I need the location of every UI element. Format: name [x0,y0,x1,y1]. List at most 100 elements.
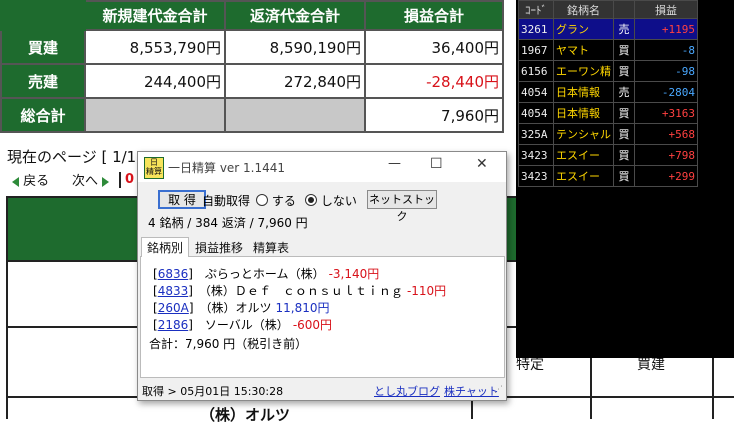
position-side: 売 [613,81,635,103]
entry-value: -110円 [406,284,447,298]
position-side: 買 [613,144,635,166]
ichinichi-seisan-window: 日 精算 一日精算 ver 1.1441 — ☐ ✕ 取 得 自動取得 する し… [137,151,507,401]
entry-name: ソーバル（株） [204,318,289,332]
tab-pl-trend[interactable]: 損益推移 [190,238,248,256]
grand-pl-total: 7,960円 [364,97,504,133]
minimize-button[interactable]: — [388,156,401,171]
position-row[interactable]: 1967 ヤマト買 -8 [518,39,698,61]
entry-code-link[interactable]: 4833 [158,284,189,298]
tab-settlement[interactable]: 精算表 [248,238,294,256]
position-code: 3261 [518,18,554,40]
position-pl: -98 [634,60,698,82]
bracket-close: ] [188,267,205,281]
position-row[interactable]: 325A テンシャル買 +568 [518,123,698,145]
radio-off-icon [305,194,317,206]
sell-pl-total: -28,440円 [364,63,504,99]
triangle-left-icon [12,176,19,187]
position-pl: -8 [634,39,698,61]
blog-link[interactable]: とし丸ブログ [374,383,440,399]
position-side: 買 [613,60,635,82]
position-table: ｺｰﾄﾞ 銘柄名 損益 3261 グラン売 +1195 1967 ヤマト買 -8 6156 エ… [518,0,698,187]
status-text: 取得 > 05月01日 15:30:28 [142,385,284,398]
position-side: 買 [613,102,635,124]
entry-name: （株）Ｄｅｆ ｃｏｎｓｕｌｔｉｎｇ [204,284,403,298]
position-row[interactable]: 6156 エーワン精買 -98 [518,60,698,82]
buy-pl-total: 36,400円 [364,29,504,65]
entry-code-link[interactable]: 6836 [158,267,189,281]
position-name: 日本情報 [553,102,614,124]
position-name: エスイー [553,165,614,187]
col-side [613,0,635,19]
position-pl: +1195 [634,18,698,40]
sell-repay-total: 272,840円 [224,63,366,99]
auto-fetch-label: 自動取得 [202,194,251,208]
buy-repay-total: 8,590,190円 [224,29,366,65]
position-row[interactable]: 4054 日本情報買 +3163 [518,102,698,124]
bracket-close: ] [188,318,205,332]
back-link[interactable]: 戻る [12,170,49,189]
entry-code-link[interactable]: 2186 [158,318,189,332]
position-row[interactable]: 4054 日本情報売 -2804 [518,81,698,103]
position-code: 325A [518,123,554,145]
grand-repay-total [224,97,366,133]
summary-line: 4 銘柄 / 384 返済 / 7,960 円 [148,216,308,230]
col-pl: 損益 [634,0,698,19]
position-code: 1967 [518,39,554,61]
position-row[interactable]: 3261 グラン売 +1195 [518,18,698,40]
entry-name: （株）オルツ [205,301,272,315]
position-pl: +798 [634,144,698,166]
buy-new-total: 8,553,790円 [84,29,226,65]
bg-bottom-text: （株）オルツ [200,406,291,424]
position-side: 買 [613,123,635,145]
position-code: 3423 [518,165,554,187]
netstock-button[interactable]: ネットストック [367,190,437,223]
position-pl: +568 [634,123,698,145]
back-label: 戻る [23,174,50,189]
resize-grip-icon[interactable]: ⋰ [494,385,503,395]
position-name: グラン [553,18,614,40]
fetch-button[interactable]: 取 得 [158,190,206,209]
entry-line: [2186] ソーバル（株） -600円 [153,316,332,333]
kabu-chat-link[interactable]: 株チャット [444,383,499,399]
radio-off-label: しない [320,194,357,208]
next-link[interactable]: 次へ [72,170,110,189]
entry-value: -3,140円 [328,267,380,281]
header-new-total: 新規建代金合計 [84,0,226,31]
entry-panel: [6836] ぷらっとホーム（株） -3,140円 [4833] （株）Ｄｅｆ ｃｏ… [140,256,505,378]
row-label-sell: 売建 [0,63,86,99]
radio-on-label: する [271,194,296,208]
entry-name: ぷらっとホーム（株） [204,267,325,281]
position-code: 4054 [518,81,554,103]
pager-separator [119,172,121,188]
radio-on[interactable]: する [256,192,296,209]
summary-corner [0,0,86,31]
pager-partial-text: 0 [125,172,135,187]
col-code: ｺｰﾄﾞ [518,0,554,19]
position-row[interactable]: 3423 エスイー買 +299 [518,165,698,187]
entry-line: [6836] ぷらっとホーム（株） -3,140円 [153,265,379,282]
entry-code-link[interactable]: 260A [158,301,189,315]
next-label: 次へ [72,174,99,189]
close-button[interactable]: ✕ [476,156,488,172]
sell-new-total: 244,400円 [84,63,226,99]
position-name: エスイー [553,144,614,166]
summary-table: 新規建代金合計 返済代金合計 損益合計 買建 8,553,790円 8,590,… [0,0,504,133]
header-repay-total: 返済代金合計 [224,0,366,31]
position-code: 4054 [518,102,554,124]
position-code: 3423 [518,144,554,166]
status-bar: 取得 > 05月01日 15:30:28 とし丸ブログ 株チャット ⋰ [138,380,506,400]
bracket-close: ] [188,301,206,315]
position-name: ヤマト [553,39,614,61]
row-label-grand-total: 総合計 [0,97,86,133]
page-indicator: 現在のページ [ 1/1 [7,148,137,166]
radio-off[interactable]: しない [305,192,357,209]
entry-value: -600円 [292,318,333,332]
position-row[interactable]: 3423 エスイー買 +798 [518,144,698,166]
tab-by-stock[interactable]: 銘柄別 [141,237,190,257]
window-title: 一日精算 ver 1.1441 [168,161,286,175]
position-name: 日本情報 [553,81,614,103]
title-bar[interactable]: 日 精算 一日精算 ver 1.1441 — ☐ ✕ [138,152,506,182]
bracket-close: ] [188,284,205,298]
triangle-right-icon [102,176,110,187]
maximize-button[interactable]: ☐ [430,156,443,172]
